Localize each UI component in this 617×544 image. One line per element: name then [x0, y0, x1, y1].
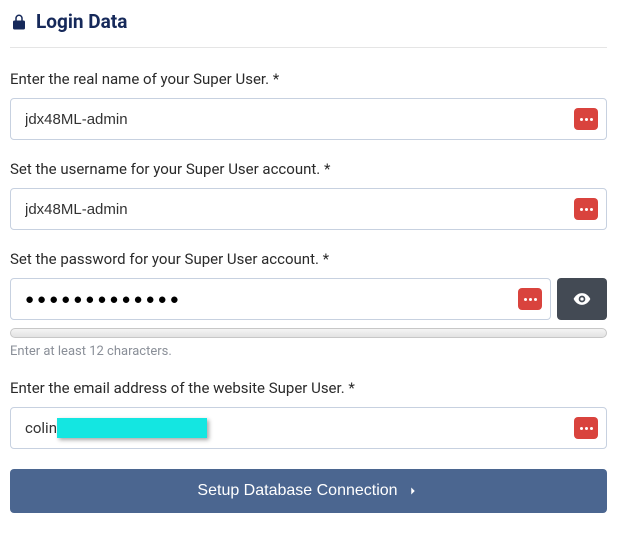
field-realname: Enter the real name of your Super User. …: [10, 70, 607, 140]
password-input-wrap[interactable]: ●●●●●●●●●●●●●: [10, 278, 551, 320]
field-email: Enter the email address of the website S…: [10, 379, 607, 449]
email-prefix: colin: [25, 419, 57, 437]
field-action-icon[interactable]: [574, 417, 598, 439]
section-title: Login Data: [36, 10, 127, 33]
realname-input[interactable]: [25, 99, 574, 139]
password-label: Set the password for your Super User acc…: [10, 250, 607, 268]
realname-label: Enter the real name of your Super User. …: [10, 70, 607, 88]
username-input-wrap[interactable]: [10, 188, 607, 230]
lock-icon: [10, 13, 28, 31]
redacted-block: [57, 418, 207, 438]
email-label: Enter the email address of the website S…: [10, 379, 607, 397]
username-label: Set the username for your Super User acc…: [10, 160, 607, 178]
email-input[interactable]: colin: [25, 418, 207, 438]
field-action-icon[interactable]: [518, 288, 542, 310]
chevron-right-icon: [406, 484, 420, 498]
username-input[interactable]: [25, 189, 574, 229]
password-hint: Enter at least 12 characters.: [10, 344, 607, 359]
password-strength-bar: [10, 328, 607, 338]
password-input[interactable]: ●●●●●●●●●●●●●: [25, 290, 518, 308]
submit-label: Setup Database Connection: [197, 482, 397, 500]
eye-icon: [572, 289, 592, 309]
email-input-wrap[interactable]: colin: [10, 407, 607, 449]
realname-input-wrap[interactable]: [10, 98, 607, 140]
toggle-password-visibility[interactable]: [557, 278, 607, 320]
field-action-icon[interactable]: [574, 108, 598, 130]
field-username: Set the username for your Super User acc…: [10, 160, 607, 230]
setup-database-button[interactable]: Setup Database Connection: [10, 469, 607, 513]
section-header: Login Data: [10, 10, 607, 48]
field-action-icon[interactable]: [574, 198, 598, 220]
field-password: Set the password for your Super User acc…: [10, 250, 607, 359]
